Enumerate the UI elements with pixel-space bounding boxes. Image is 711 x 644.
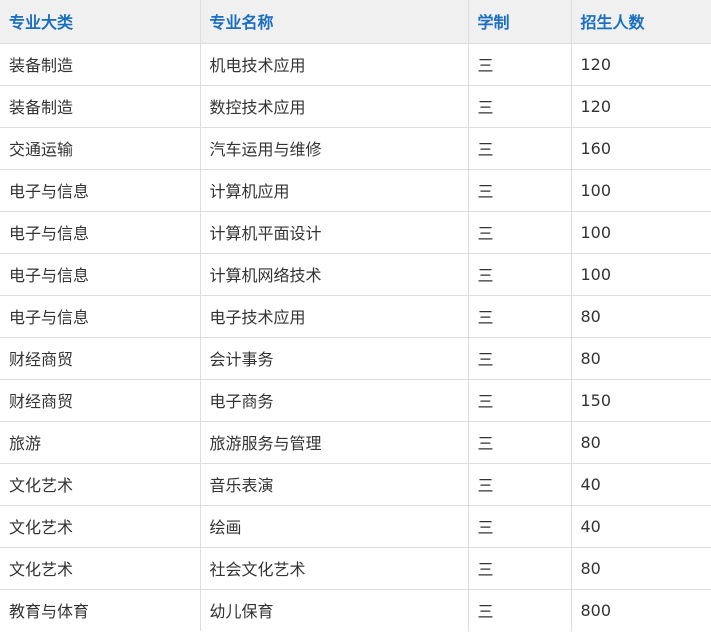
cell-duration: 三: [467, 252, 572, 296]
header-enrollment: 招生人数: [570, 0, 711, 44]
cell-major-name: 汽车运用与维修: [199, 126, 469, 170]
cell-category: 财经商贸: [0, 378, 201, 422]
cell-enrollment: 800: [570, 588, 711, 631]
cell-duration: 三: [467, 168, 572, 212]
cell-duration: 三: [467, 462, 572, 506]
cell-duration: 三: [467, 210, 572, 254]
cell-major-name: 幼儿保育: [199, 588, 469, 631]
cell-major-name: 音乐表演: [199, 462, 469, 506]
table-row: 文化艺术 绘画三 40: [0, 504, 711, 548]
cell-duration: 三: [467, 42, 572, 86]
header-category: 专业大类: [0, 0, 201, 44]
cell-category: 装备制造: [0, 42, 201, 86]
cell-major-name: 机电技术应用: [199, 42, 469, 86]
table-row: 教育与体育 幼儿保育三 800: [0, 588, 711, 631]
cell-major-name: 旅游服务与管理: [199, 420, 469, 464]
cell-enrollment: 100: [570, 210, 711, 254]
cell-category: 电子与信息: [0, 210, 201, 254]
cell-major-name: 电子技术应用: [199, 294, 469, 338]
cell-enrollment: 160: [570, 126, 711, 170]
table-header: 专业大类 专业名称 学制 招生人数: [0, 0, 711, 44]
cell-major-name: 数控技术应用: [199, 84, 469, 128]
table-row: 财经商贸 电子商务三 150: [0, 378, 711, 422]
cell-duration: 三: [467, 420, 572, 464]
cell-category: 文化艺术: [0, 462, 201, 506]
cell-duration: 三: [467, 294, 572, 338]
cell-category: 电子与信息: [0, 294, 201, 338]
cell-enrollment: 80: [570, 336, 711, 380]
cell-duration: 三: [467, 378, 572, 422]
cell-enrollment: 120: [570, 84, 711, 128]
cell-category: 旅游: [0, 420, 201, 464]
cell-major-name: 电子商务: [199, 378, 469, 422]
cell-category: 文化艺术: [0, 504, 201, 548]
table-row: 装备制造 机电技术应用三 120: [0, 42, 711, 86]
table-row: 电子与信息 计算机平面设计三 100: [0, 210, 711, 254]
table-row: 文化艺术 音乐表演三 40: [0, 462, 711, 506]
cell-major-name: 绘画: [199, 504, 469, 548]
header-row: 专业大类 专业名称 学制 招生人数: [0, 0, 711, 44]
cell-category: 电子与信息: [0, 168, 201, 212]
cell-major-name: 计算机网络技术: [199, 252, 469, 296]
cell-enrollment: 150: [570, 378, 711, 422]
header-duration: 学制: [467, 0, 572, 44]
table-row: 电子与信息 电子技术应用三 80: [0, 294, 711, 338]
table-row: 电子与信息 计算机应用三 100: [0, 168, 711, 212]
table-row: 旅游 旅游服务与管理三 80: [0, 420, 711, 464]
enrollment-table: 专业大类 专业名称 学制 招生人数 装备制造 机电技术应用三 120 装备制造 数控技术…: [0, 0, 711, 631]
cell-enrollment: 120: [570, 42, 711, 86]
cell-category: 财经商贸: [0, 336, 201, 380]
cell-category: 装备制造: [0, 84, 201, 128]
table-body: 装备制造 机电技术应用三 120 装备制造 数控技术应用三 120 交通运输 汽车运用与维修三…: [0, 42, 711, 631]
cell-category: 电子与信息: [0, 252, 201, 296]
cell-enrollment: 40: [570, 462, 711, 506]
cell-duration: 三: [467, 336, 572, 380]
cell-enrollment: 40: [570, 504, 711, 548]
table-row: 交通运输 汽车运用与维修三 160: [0, 126, 711, 170]
table-row: 装备制造 数控技术应用三 120: [0, 84, 711, 128]
cell-duration: 三: [467, 546, 572, 590]
header-major-name: 专业名称: [199, 0, 469, 44]
cell-category: 教育与体育: [0, 588, 201, 631]
cell-category: 交通运输: [0, 126, 201, 170]
cell-enrollment: 80: [570, 294, 711, 338]
cell-duration: 三: [467, 126, 572, 170]
cell-enrollment: 80: [570, 546, 711, 590]
cell-duration: 三: [467, 504, 572, 548]
cell-major-name: 会计事务: [199, 336, 469, 380]
table-row: 财经商贸 会计事务三 80: [0, 336, 711, 380]
cell-duration: 三: [467, 588, 572, 631]
table-row: 文化艺术 社会文化艺术三 80: [0, 546, 711, 590]
cell-duration: 三: [467, 84, 572, 128]
table-row: 电子与信息 计算机网络技术三 100: [0, 252, 711, 296]
cell-major-name: 计算机平面设计: [199, 210, 469, 254]
cell-enrollment: 80: [570, 420, 711, 464]
cell-major-name: 社会文化艺术: [199, 546, 469, 590]
cell-enrollment: 100: [570, 168, 711, 212]
cell-category: 文化艺术: [0, 546, 201, 590]
cell-major-name: 计算机应用: [199, 168, 469, 212]
cell-enrollment: 100: [570, 252, 711, 296]
